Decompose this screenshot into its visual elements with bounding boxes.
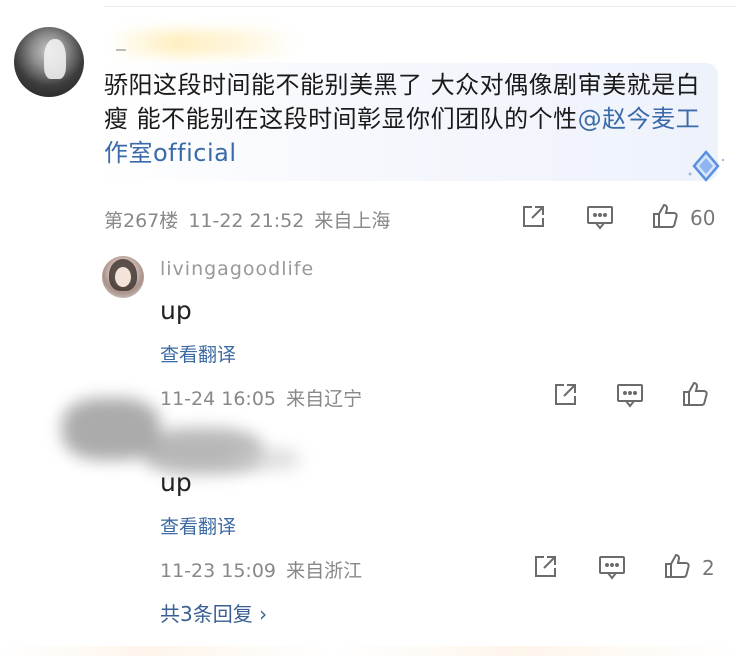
reply-text: up xyxy=(160,296,192,325)
commenter-avatar[interactable] xyxy=(14,27,84,97)
like-button[interactable] xyxy=(664,552,692,580)
top-divider xyxy=(104,6,736,7)
like-count: 2 xyxy=(702,556,715,580)
translate-link[interactable]: 查看翻译 xyxy=(160,512,236,539)
comment-location: 来自上海 xyxy=(314,210,391,232)
like-count: 60 xyxy=(690,206,716,230)
translate-link[interactable]: 查看翻译 xyxy=(160,340,236,367)
comment-time: 11-22 21:52 xyxy=(188,210,305,232)
commenter-username-blurred[interactable] xyxy=(108,30,298,56)
reply-avatar[interactable] xyxy=(102,256,144,298)
comment-icon[interactable] xyxy=(616,382,644,408)
view-all-replies-link[interactable]: 共3条回复 › xyxy=(160,598,267,627)
thumbs-up-icon xyxy=(653,203,678,228)
blur-smudge xyxy=(230,448,300,470)
reply-location: 来自浙江 xyxy=(286,560,363,582)
share-icon[interactable] xyxy=(532,554,558,580)
bottom-divider xyxy=(0,646,742,656)
comment-meta: 第267楼 11-22 21:52 来自上海 xyxy=(104,206,390,233)
share-icon[interactable] xyxy=(552,382,578,408)
comment-icon[interactable] xyxy=(586,204,614,230)
username-mark xyxy=(116,49,126,51)
thumbs-up-icon xyxy=(665,553,690,578)
comment-text: 骄阳这段时间能不能别美黑了 大众对偶像剧审美就是白瘦 能不能别在这段时间彰显你们… xyxy=(104,68,716,170)
reply-text: up xyxy=(160,468,192,497)
comment-icon[interactable] xyxy=(598,554,626,580)
like-button[interactable] xyxy=(682,380,710,408)
reply-time: 11-23 15:09 xyxy=(160,560,277,582)
reply-meta: 11-23 15:09 来自浙江 xyxy=(160,556,362,583)
share-icon[interactable] xyxy=(520,204,546,230)
reply-username[interactable]: livingagoodlife xyxy=(160,258,314,280)
diamond-badge-icon xyxy=(688,150,725,182)
reply-meta: 11-24 16:05 来自辽宁 xyxy=(160,384,362,411)
reply-location: 来自辽宁 xyxy=(286,388,363,410)
floor-number: 第267楼 xyxy=(104,210,179,232)
thumbs-up-icon xyxy=(683,381,708,406)
like-button[interactable] xyxy=(652,202,680,230)
reply-time: 11-24 16:05 xyxy=(160,388,277,410)
